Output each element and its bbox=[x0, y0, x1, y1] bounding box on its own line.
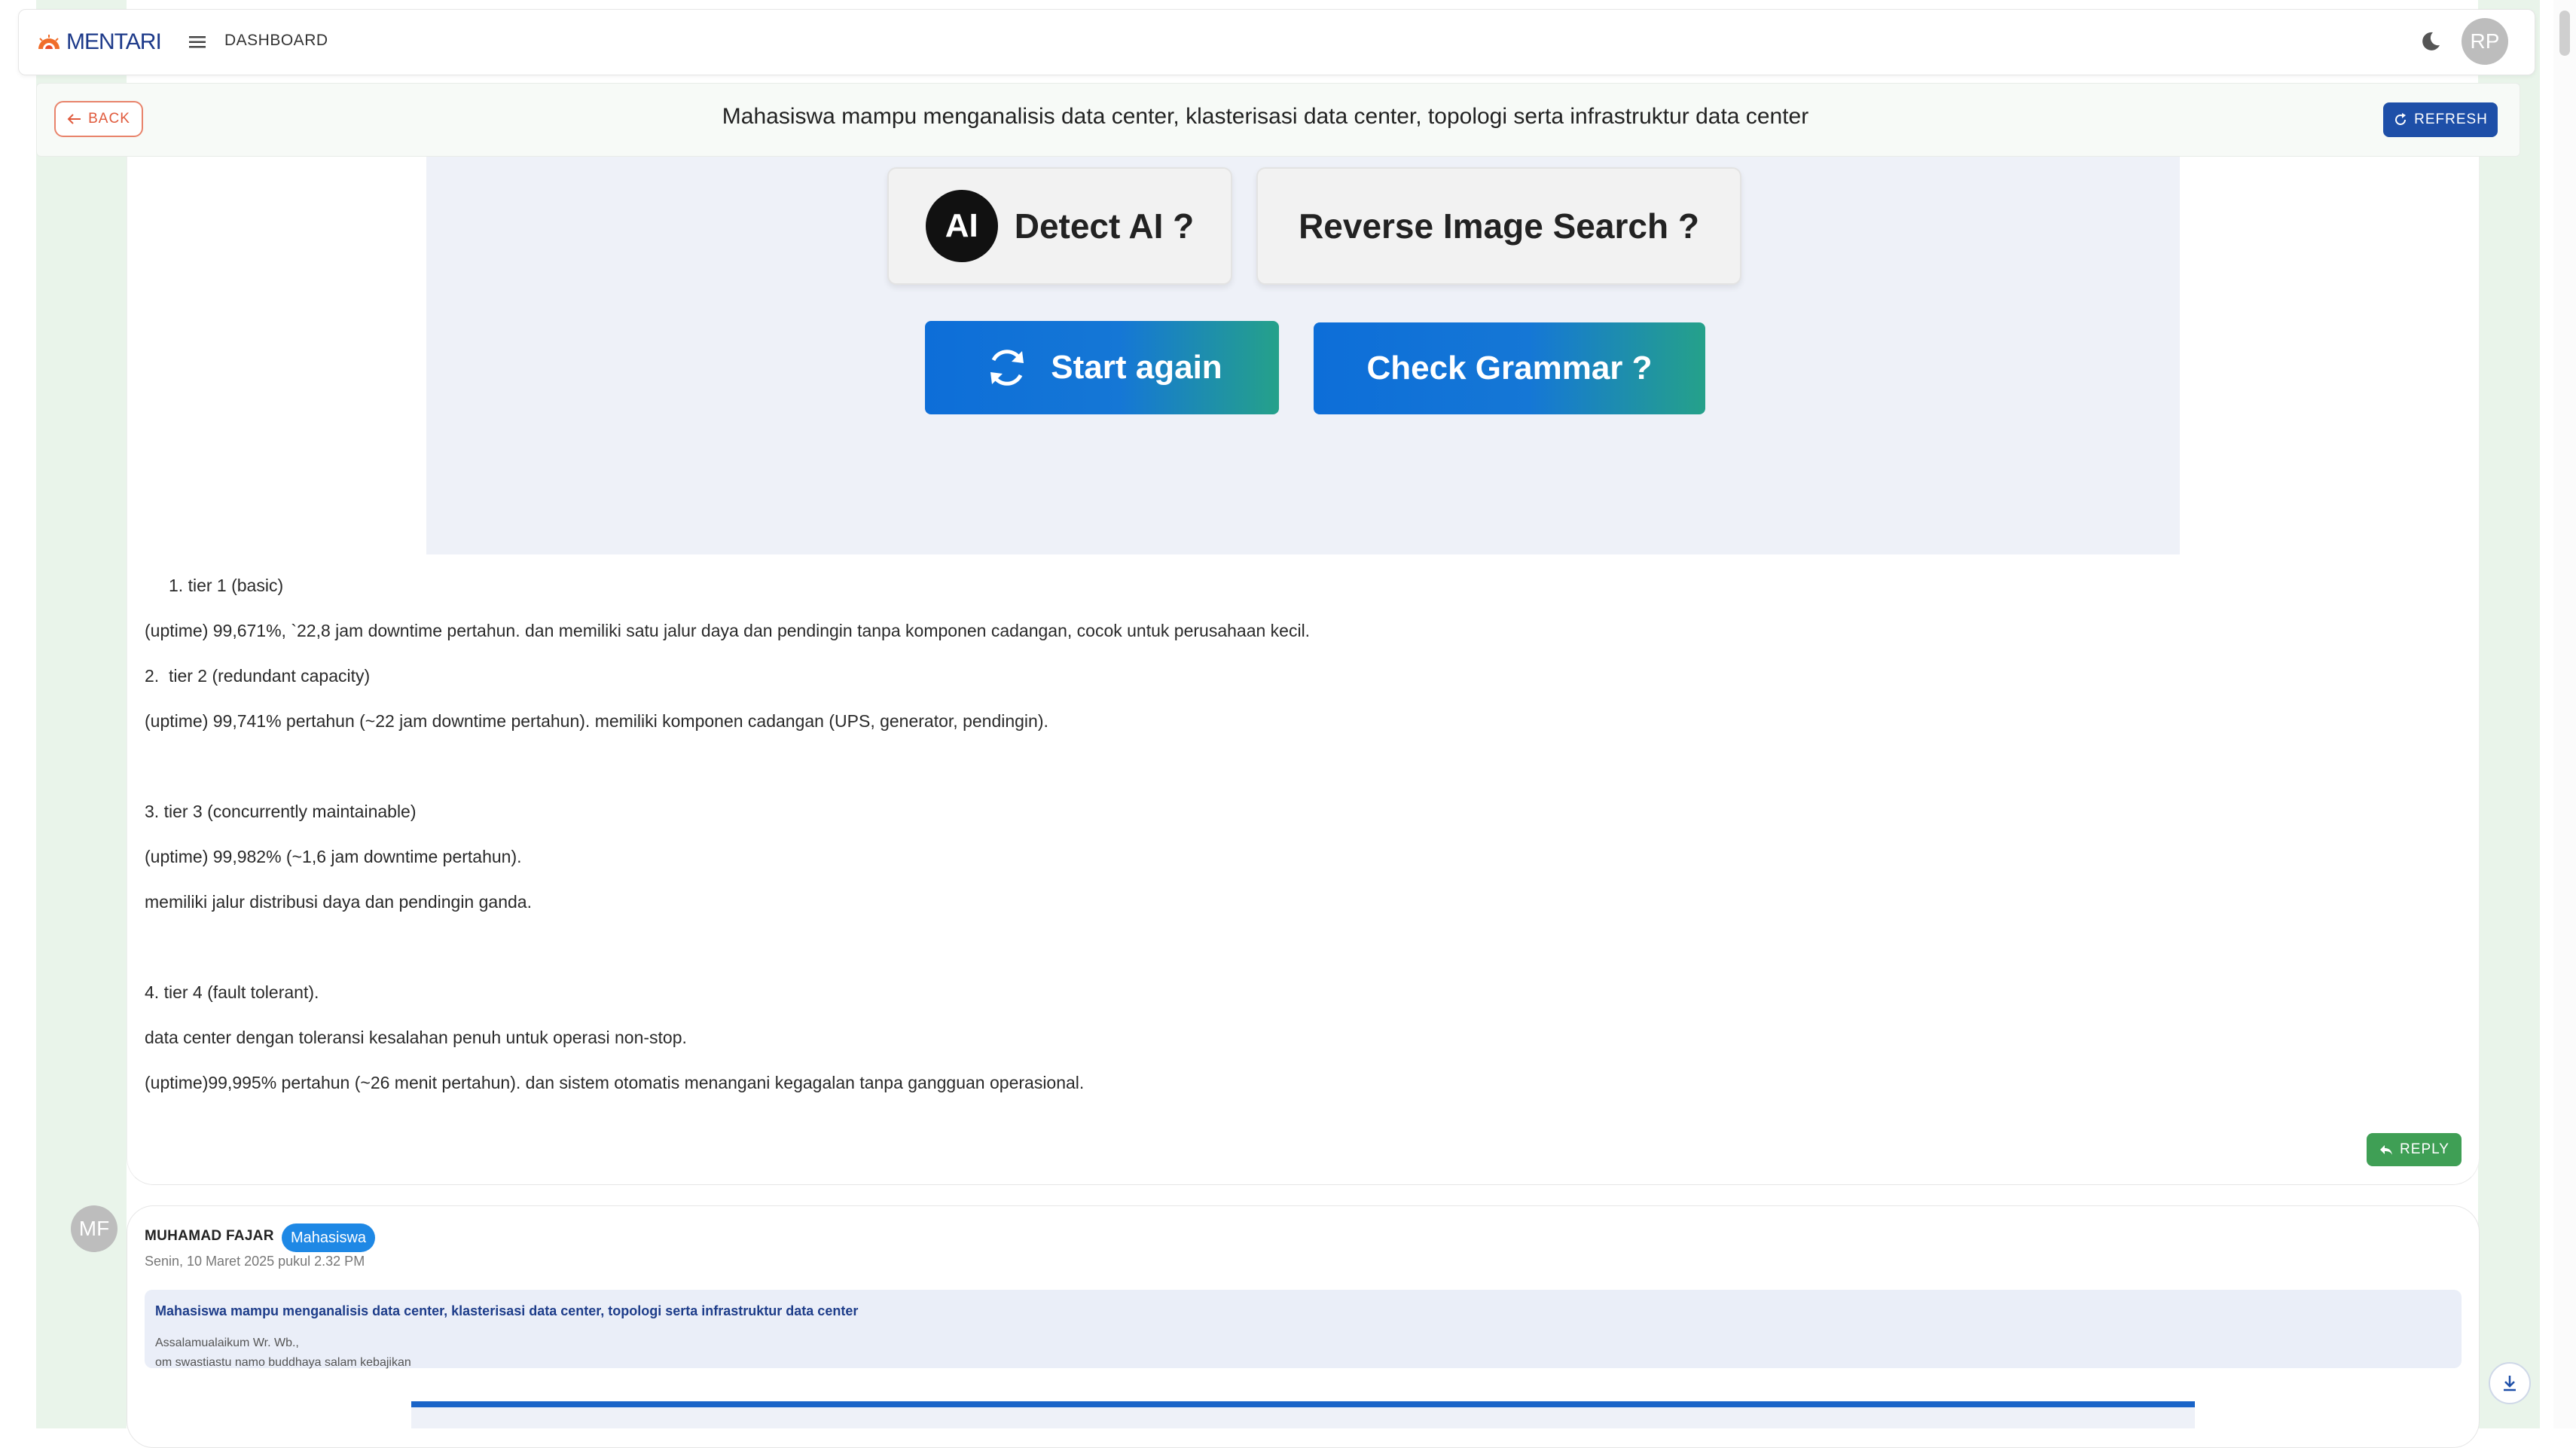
scrollbar-thumb[interactable] bbox=[2559, 11, 2570, 56]
back-button[interactable]: BACK bbox=[54, 101, 143, 137]
download-arrow-icon bbox=[2504, 1376, 2516, 1391]
user-avatar[interactable]: RP bbox=[2462, 18, 2508, 65]
dashboard-link[interactable]: DASHBOARD bbox=[224, 32, 328, 50]
logo-text: MENTARI bbox=[66, 29, 162, 54]
post-line: (uptime) 99,671%, `22,8 jam downtime per… bbox=[145, 621, 1311, 640]
refresh-icon bbox=[2395, 113, 2407, 125]
arrow-left-icon bbox=[67, 114, 81, 124]
reply-label: REPLY bbox=[2400, 1141, 2449, 1157]
comment-author: MUHAMAD FAJAR bbox=[145, 1228, 274, 1244]
image-start-again-panel: Start again bbox=[925, 321, 1279, 414]
dark-mode-toggle-icon[interactable] bbox=[2418, 29, 2443, 54]
page-title: Mahasiswa mampu menganalisis data center… bbox=[722, 104, 1809, 129]
post-line: memiliki jalur distribusi daya dan pendi… bbox=[145, 892, 532, 912]
ai-badge-icon: AI bbox=[925, 190, 998, 262]
quoted-topic-title: Mahasiswa mampu menganalisis data center… bbox=[155, 1303, 859, 1318]
app-logo[interactable]: MENTARI bbox=[36, 27, 162, 57]
scrollbar[interactable] bbox=[2553, 0, 2576, 1428]
top-header bbox=[18, 9, 2535, 75]
scroll-down-button[interactable] bbox=[2489, 1362, 2531, 1404]
detect-ai-text: Detect AI ? bbox=[1014, 206, 1195, 246]
post-line: 2. tier 2 (redundant capacity) bbox=[145, 666, 371, 686]
refresh-label: REFRESH bbox=[2414, 112, 2488, 127]
post-line: (uptime) 99,741% pertahun (~22 jam downt… bbox=[145, 711, 1048, 731]
back-label: BACK bbox=[88, 111, 130, 127]
comment-timestamp: Senin, 10 Maret 2025 pukul 2.32 PM bbox=[145, 1254, 365, 1269]
quoted-text-line: Assalamualaikum Wr. Wb., bbox=[155, 1336, 299, 1349]
image-reverse-search-panel: Reverse Image Search ? bbox=[1256, 167, 1741, 285]
sun-logo-icon bbox=[38, 35, 60, 49]
hamburger-menu-icon[interactable] bbox=[187, 32, 208, 53]
refresh-arrows-icon bbox=[990, 350, 1024, 386]
post-line: 4. tier 4 (fault tolerant). bbox=[145, 982, 319, 1002]
quoted-topic-box bbox=[145, 1290, 2462, 1368]
refresh-button[interactable]: REFRESH bbox=[2383, 102, 2498, 137]
post-line: (uptime) 99,982% (~1,6 jam downtime pert… bbox=[145, 847, 522, 866]
commenter-avatar: MF bbox=[71, 1205, 118, 1252]
reply-button[interactable]: REPLY bbox=[2367, 1133, 2462, 1166]
right-gutter bbox=[2478, 0, 2540, 1428]
image-check-grammar-panel: Check Grammar ? bbox=[1314, 322, 1705, 414]
quoted-text-line: om swastiastu namo buddhaya salam kebaji… bbox=[155, 1356, 411, 1369]
image-detect-ai-panel: AI Detect AI ? bbox=[887, 167, 1232, 285]
post-line: 1. tier 1 (basic) bbox=[169, 576, 284, 595]
comment-image-preview bbox=[411, 1401, 2195, 1428]
post-line: (uptime)99,995% pertahun (~26 menit pert… bbox=[145, 1073, 1085, 1092]
post-line: 3. tier 3 (concurrently maintainable) bbox=[145, 802, 417, 821]
role-badge: Mahasiswa bbox=[282, 1223, 376, 1252]
start-again-text: Start again bbox=[1051, 349, 1222, 386]
post-line: data center dengan toleransi kesalahan p… bbox=[145, 1028, 687, 1047]
reply-arrow-icon bbox=[2380, 1145, 2393, 1155]
